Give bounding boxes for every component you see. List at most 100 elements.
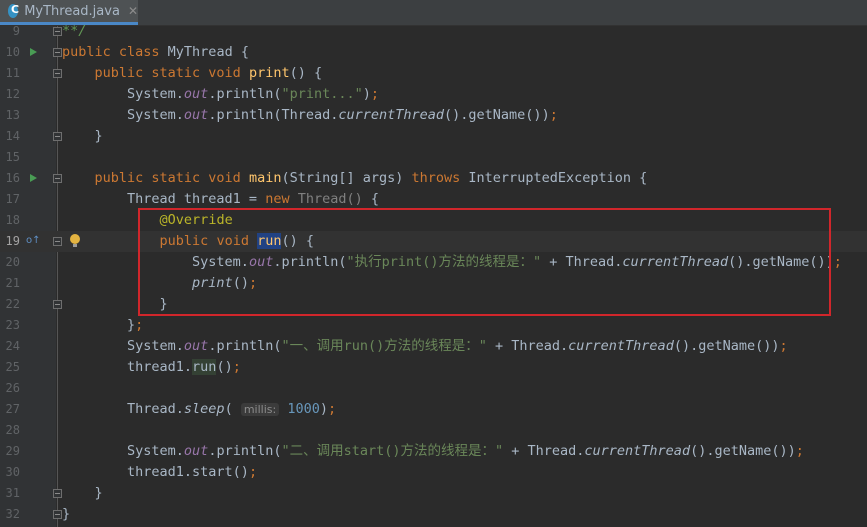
tab-file-name: MyThread.java xyxy=(24,3,120,19)
code-token: ; xyxy=(135,317,144,333)
code-text: **/ xyxy=(62,21,86,42)
code-token: ; xyxy=(779,338,788,354)
code-text: System.out.println(Thread.currentThread(… xyxy=(62,105,558,126)
code-token: + Thread. xyxy=(486,338,569,354)
line-number: 18 xyxy=(5,213,20,227)
line-number: 13 xyxy=(5,108,20,122)
code-token: run xyxy=(192,359,217,375)
code-line[interactable]: 10 public class MyThread { xyxy=(0,42,867,63)
code-line[interactable]: 29 System.out.println("二、调用start()方法的线程是… xyxy=(0,441,867,462)
close-icon[interactable]: ✕ xyxy=(128,4,138,18)
code-token: System. xyxy=(62,86,184,102)
line-number: 20 xyxy=(5,255,20,269)
line-number: 9 xyxy=(12,24,20,38)
code-line[interactable]: 17 Thread thread1 = new Thread() { xyxy=(0,189,867,210)
code-token: ; xyxy=(795,443,804,459)
code-token: "print..." xyxy=(281,86,363,102)
fold-marker-icon[interactable] xyxy=(53,489,62,498)
code-line[interactable]: 26 xyxy=(0,378,867,399)
fold-marker-icon[interactable] xyxy=(53,48,62,57)
code-text: public static void main(String[] args) t… xyxy=(62,168,648,189)
code-token: ; xyxy=(833,254,842,270)
code-text: } xyxy=(62,504,70,525)
code-line[interactable]: 9 **/ xyxy=(0,21,867,42)
code-token: 1000 xyxy=(287,401,320,417)
code-token: .println(Thread. xyxy=(208,107,339,123)
code-line[interactable]: 24 System.out.println("一、调用run()方法的线程是："… xyxy=(0,336,867,357)
code-token: ; xyxy=(328,401,337,417)
line-number: 26 xyxy=(5,381,20,395)
line-number: 21 xyxy=(5,276,20,290)
code-token: "二、调用start()方法的线程是：" xyxy=(281,443,504,459)
code-token: MyThread { xyxy=(167,44,249,60)
code-text: public class MyThread { xyxy=(62,42,249,63)
code-token: + Thread. xyxy=(503,443,585,459)
fold-marker-icon[interactable] xyxy=(53,27,62,36)
code-token: currentThread xyxy=(338,107,445,123)
code-text: thread1.start(); xyxy=(62,462,257,483)
fold-marker-icon[interactable] xyxy=(53,300,62,309)
code-token: "一、调用run()方法的线程是：" xyxy=(281,338,487,354)
fold-marker-icon[interactable] xyxy=(53,237,62,246)
code-token: { xyxy=(370,191,380,207)
code-token: out xyxy=(183,443,209,459)
line-number: 14 xyxy=(5,129,20,143)
override-gutter-icon[interactable]: o↑ xyxy=(26,235,41,246)
code-token: ; xyxy=(232,359,241,375)
run-gutter-icon[interactable] xyxy=(30,174,37,182)
line-number: 10 xyxy=(5,45,20,59)
code-token: sleep xyxy=(183,401,225,417)
code-line[interactable]: 23 }; xyxy=(0,315,867,336)
code-line[interactable]: 15 xyxy=(0,147,867,168)
code-token: .println( xyxy=(208,86,282,102)
code-text: } xyxy=(62,126,103,147)
code-line[interactable]: 32} xyxy=(0,504,867,525)
code-editor[interactable]: 9 **/ 10 public class MyThread {11 public s… xyxy=(0,23,867,527)
code-token: ().getName()) xyxy=(673,338,780,354)
code-text: System.out.println("一、调用run()方法的线程是：" + … xyxy=(62,336,788,357)
code-token: currentThread xyxy=(584,443,691,459)
fold-marker-icon[interactable] xyxy=(53,69,62,78)
code-token: } xyxy=(62,485,103,501)
code-token: System. xyxy=(62,107,184,123)
line-number: 17 xyxy=(5,192,20,206)
code-token: ; xyxy=(549,107,558,123)
code-token: out xyxy=(183,107,209,123)
code-line[interactable]: 12 System.out.println("print..."); xyxy=(0,84,867,105)
code-token: currentThread xyxy=(568,338,674,354)
code-text: System.out.println("二、调用start()方法的线程是：" … xyxy=(62,441,804,462)
run-gutter-icon[interactable] xyxy=(30,48,37,56)
code-line[interactable]: 31 } xyxy=(0,483,867,504)
line-number: 32 xyxy=(5,507,20,521)
line-number: 30 xyxy=(5,465,20,479)
fold-marker-icon[interactable] xyxy=(53,132,62,141)
code-line[interactable]: 14 } xyxy=(0,126,867,147)
code-token: (String[] args) xyxy=(281,170,412,186)
java-class-icon xyxy=(8,3,19,18)
code-token: out xyxy=(183,338,209,354)
code-line[interactable]: 28 xyxy=(0,420,867,441)
code-token: Thread thread1 = xyxy=(62,191,266,207)
code-token: millis: xyxy=(240,403,280,416)
code-line[interactable]: 11 public static void print() { xyxy=(0,63,867,84)
line-number: 31 xyxy=(5,486,20,500)
code-text: thread1.run(); xyxy=(62,357,241,378)
code-token: new xyxy=(265,191,298,207)
code-line[interactable]: 27 Thread.sleep( millis: 1000); xyxy=(0,399,867,420)
code-line[interactable]: 30 thread1.start(); xyxy=(0,462,867,483)
code-token: } xyxy=(62,506,71,522)
code-token: } xyxy=(62,128,103,144)
code-line[interactable]: 16 public static void main(String[] args… xyxy=(0,168,867,189)
code-token: ().getName()) xyxy=(444,107,550,123)
fold-marker-icon[interactable] xyxy=(53,174,62,183)
code-text: public static void print() { xyxy=(62,63,323,84)
code-token: System. xyxy=(62,443,184,459)
code-token: thread1.start() xyxy=(62,464,249,480)
line-number: 15 xyxy=(5,150,20,164)
code-token: ) xyxy=(362,86,371,102)
fold-marker-icon[interactable] xyxy=(53,510,62,519)
code-token: Thread. xyxy=(62,401,184,417)
code-line[interactable]: 13 System.out.println(Thread.currentThre… xyxy=(0,105,867,126)
code-line[interactable]: 25 thread1.run(); xyxy=(0,357,867,378)
